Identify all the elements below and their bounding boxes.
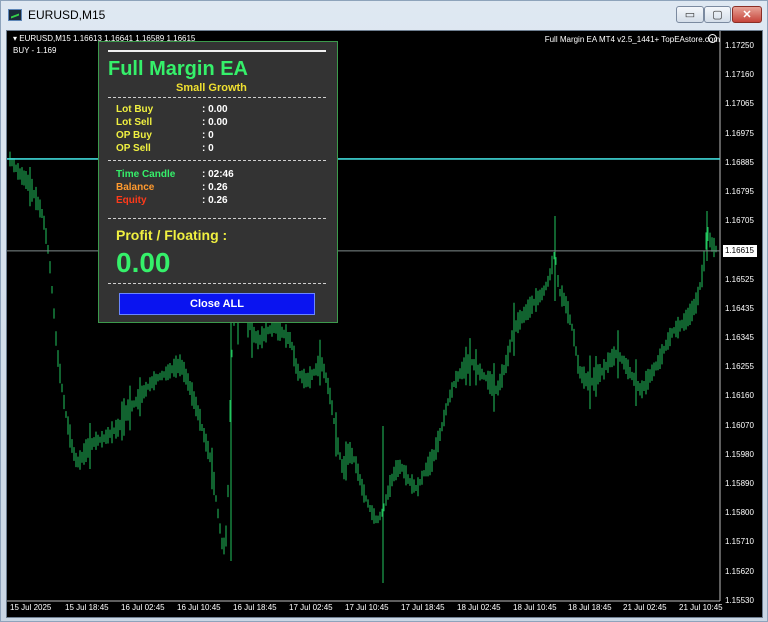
- price-tick-label: 1.16435: [725, 303, 754, 313]
- time-tick-label: 18 Jul 10:45: [513, 603, 557, 612]
- panel-divider: [108, 50, 326, 52]
- minimize-button[interactable]: ▭: [676, 6, 704, 23]
- profit-floating-label: Profit / Floating :: [116, 227, 228, 243]
- price-tick-label: 1.16255: [725, 362, 754, 372]
- ea-title: Full Margin EA: [108, 58, 248, 80]
- maximize-button[interactable]: ▢: [704, 6, 731, 23]
- time-tick-label: 16 Jul 18:45: [233, 603, 277, 612]
- op-sell-row: OP Sell: 0: [116, 143, 214, 154]
- price-tick-label: 1.17160: [725, 70, 754, 80]
- time-tick-label: 17 Jul 02:45: [289, 603, 333, 612]
- balance-row: Balance: 0.26: [116, 182, 228, 193]
- time-tick-label: 16 Jul 10:45: [177, 603, 221, 612]
- position-readout: BUY - 1.169: [13, 46, 57, 55]
- profit-floating-value: 0.00: [116, 247, 171, 278]
- price-tick-label: 1.17250: [725, 41, 754, 50]
- price-tick-label: 1.15710: [725, 537, 754, 547]
- price-tick-label: 1.16795: [725, 187, 754, 196]
- lot-buy-row: Lot Buy: 0.00: [116, 104, 228, 115]
- title-bar[interactable]: EURUSD,M15 ▭ ▢ ✕: [1, 1, 767, 29]
- price-tick-label: 1.15980: [725, 449, 754, 459]
- panel-divider: [108, 283, 326, 284]
- op-buy-row: OP Buy: 0: [116, 130, 214, 141]
- time-tick-label: 15 Jul 18:45: [65, 603, 109, 612]
- time-tick-label: 21 Jul 10:45: [679, 603, 723, 612]
- time-tick-label: 17 Jul 18:45: [401, 603, 445, 612]
- price-tick-label: 1.15530: [725, 595, 754, 605]
- window-title: EURUSD,M15: [28, 8, 106, 22]
- lot-sell-row: Lot Sell: 0.00: [116, 117, 228, 128]
- price-tick-label: 1.16975: [725, 128, 754, 138]
- price-tick-label: 1.16525: [725, 274, 754, 284]
- time-tick-label: 18 Jul 02:45: [457, 603, 501, 612]
- time-tick-label: 17 Jul 10:45: [345, 603, 389, 612]
- panel-divider: [108, 160, 326, 161]
- price-tick-label: 1.16885: [725, 157, 754, 167]
- time-tick-label: 18 Jul 18:45: [568, 603, 612, 612]
- price-tick-label: 1.16705: [725, 216, 754, 226]
- panel-divider: [108, 218, 326, 219]
- price-tick-label: 1.15800: [725, 508, 754, 518]
- equity-row: Equity: 0.26: [116, 195, 228, 206]
- ea-panel: Full Margin EA Small Growth Lot Buy: 0.0…: [98, 41, 338, 323]
- price-tick-label: 1.16160: [725, 391, 754, 401]
- price-tick-label: 1.17065: [725, 99, 754, 109]
- panel-divider: [108, 97, 326, 98]
- price-tick-label: 1.16070: [725, 420, 754, 430]
- terminal-window: EURUSD,M15 ▭ ▢ ✕ ▾ EURUSD,M15 1.16613 1.…: [0, 0, 768, 622]
- close-all-button[interactable]: Close ALL: [119, 293, 315, 315]
- price-tick-label: 1.16345: [725, 333, 754, 342]
- smiley-icon: [708, 34, 717, 43]
- price-tick-label: 1.15620: [725, 566, 754, 576]
- close-window-button[interactable]: ✕: [732, 6, 762, 23]
- time-tick-label: 21 Jul 02:45: [623, 603, 667, 612]
- current-price-badge: 1.16615: [723, 244, 757, 257]
- ea-subtitle: Small Growth: [176, 82, 247, 94]
- ea-name-label: Full Margin EA MT4 v2.5_1441+ TopEAstore…: [544, 35, 720, 44]
- time-candle-row: Time Candle: 02:46: [116, 169, 234, 180]
- time-tick-label: 15 Jul 2025: [10, 603, 52, 612]
- price-tick-label: 1.15890: [725, 479, 754, 488]
- chart-window-icon: [8, 9, 22, 23]
- time-tick-label: 16 Jul 02:45: [121, 603, 165, 612]
- price-chart[interactable]: ▾ EURUSD,M15 1.16613 1.16641 1.16589 1.1…: [6, 30, 763, 618]
